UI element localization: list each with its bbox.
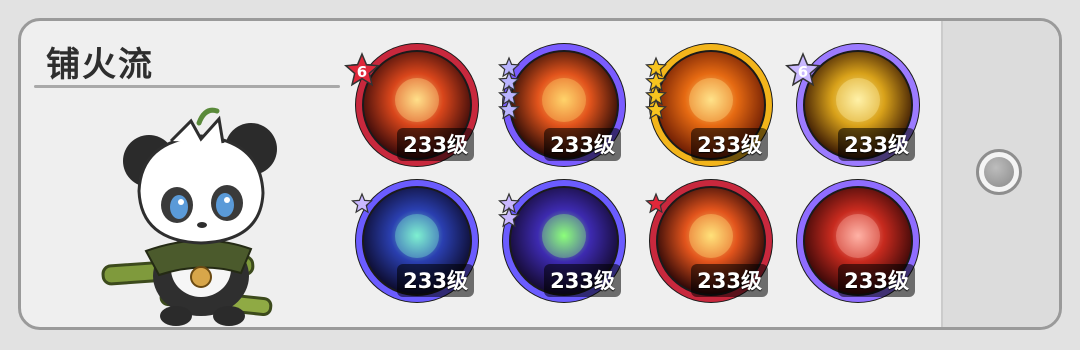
- skill-level-label: 233级: [544, 128, 621, 161]
- skill-level-label: 233级: [544, 264, 621, 297]
- title-divider: [34, 85, 340, 88]
- skill-level-label: 233级: [838, 264, 915, 297]
- rank-stars-icon: [645, 56, 667, 120]
- skill-slot-7[interactable]: 233级: [645, 176, 776, 306]
- rank-stars-icon: [351, 192, 373, 214]
- rank-stars-icon: [645, 192, 667, 214]
- skill-slot-3[interactable]: 233级: [645, 40, 776, 170]
- rank-badge-icon: 6: [344, 52, 380, 87]
- rank-stars-icon: [498, 192, 520, 228]
- build-title: 铺火流: [46, 45, 154, 85]
- skill-slot-5[interactable]: 233级: [351, 176, 482, 306]
- skill-level-label: 233级: [691, 128, 768, 161]
- rank-badge-icon: 6: [785, 52, 821, 87]
- panda-hero-icon: [101, 101, 301, 327]
- skill-level-label: 233级: [691, 264, 768, 297]
- select-radio-button[interactable]: [976, 149, 1022, 195]
- skill-slot-4[interactable]: 6 233级: [785, 40, 923, 170]
- radio-indicator: [984, 157, 1014, 187]
- skill-slot-2[interactable]: 233级: [498, 40, 629, 170]
- skill-slot-6[interactable]: 233级: [498, 176, 629, 306]
- skill-level-label: 233级: [838, 128, 915, 161]
- skill-slot-1[interactable]: 6 233级: [344, 40, 482, 170]
- skill-level-label: 233级: [397, 128, 474, 161]
- skill-level-label: 233级: [397, 264, 474, 297]
- rank-stars-icon: [498, 56, 520, 120]
- rank-badge-number: 6: [357, 63, 367, 81]
- skill-slot-8[interactable]: 233级: [793, 176, 923, 306]
- rank-badge-number: 6: [798, 63, 808, 81]
- side-panel: [941, 21, 1059, 327]
